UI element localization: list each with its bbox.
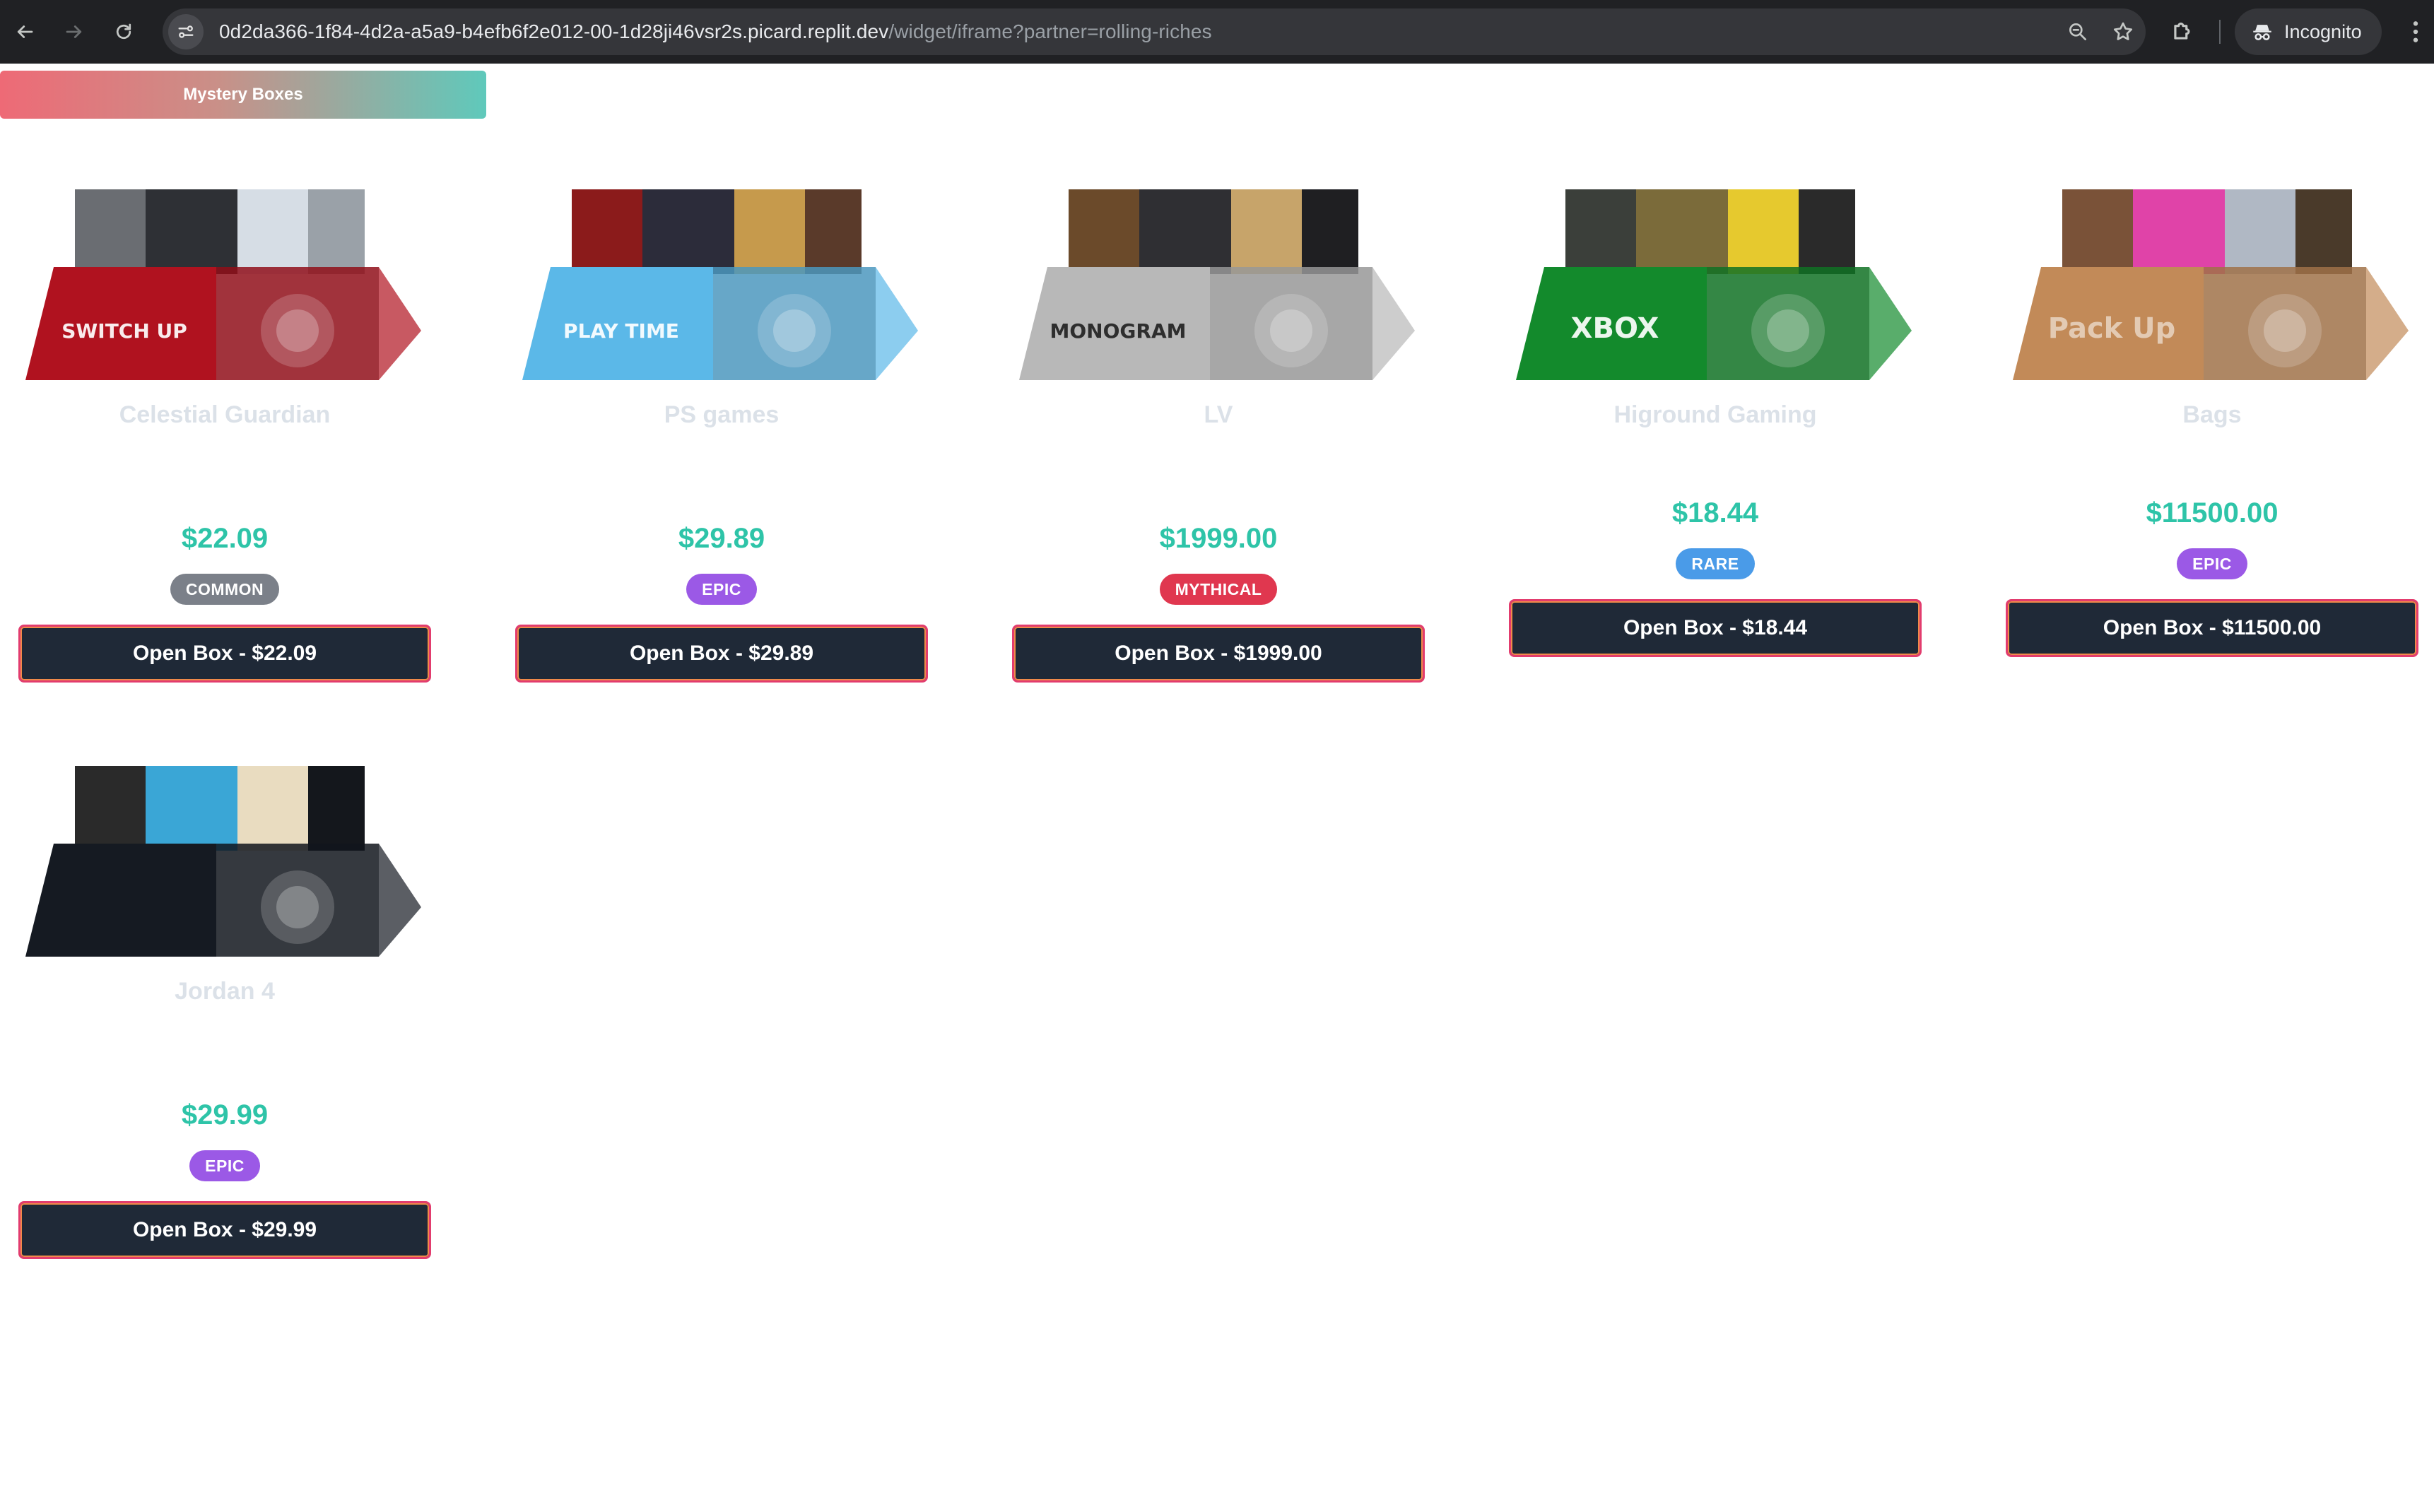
open-box-button[interactable]: Open Box - $29.99 xyxy=(18,1201,431,1259)
box-flap xyxy=(1869,267,1912,380)
rarity-badge-wrap: MYTHICAL xyxy=(994,574,1443,605)
box-left-panel xyxy=(25,844,216,957)
mystery-box-card[interactable]: XBOX Higround Gaming $18.44 RARE Open Box - … xyxy=(1491,189,1929,755)
open-box-button[interactable]: Open Box - $29.89 xyxy=(515,625,928,683)
rarity-badge: EPIC xyxy=(189,1150,260,1181)
box-price: $22.09 xyxy=(181,523,269,554)
url-text[interactable]: 0d2da366-1f84-4d2a-a5a9-b4efb6f2e012-00-… xyxy=(219,20,1212,43)
rarity-badge: EPIC xyxy=(686,574,757,605)
box-panel-text: XBOX xyxy=(1571,312,1659,345)
box-name: PS games xyxy=(664,401,780,428)
url-path: /widget/iframe?partner=rolling-riches xyxy=(888,20,1212,42)
open-box-button[interactable]: Open Box - $11500.00 xyxy=(2006,599,2418,657)
box-name: Higround Gaming xyxy=(1613,401,1817,428)
box-contents xyxy=(572,189,862,274)
box-flap xyxy=(876,267,918,380)
rarity-badge-wrap: EPIC xyxy=(1987,548,2434,579)
box-panel-text: SWITCH UP xyxy=(61,319,187,343)
mystery-box-card[interactable]: MONOGRAM LV $1999.00 MYTHICAL Open Box - $19… xyxy=(994,189,1432,755)
rarity-badge: COMMON xyxy=(170,574,280,605)
incognito-icon xyxy=(2253,25,2271,41)
rarity-badge-wrap: EPIC xyxy=(0,1150,449,1181)
box-price: $1999.00 xyxy=(1159,523,1278,554)
box-price: $11500.00 xyxy=(2146,497,2279,528)
box-name: Celestial Guardian xyxy=(119,401,331,428)
box-image[interactable]: SWITCH UP xyxy=(25,189,421,380)
rarity-badge-wrap: RARE xyxy=(1491,548,1940,579)
rarity-badge-wrap: EPIC xyxy=(497,574,946,605)
mystery-box-card[interactable]: Pack Up Bags $11500.00 EPIC Open Box - $1150… xyxy=(1987,189,2426,755)
box-emblem xyxy=(2248,294,2322,367)
box-name: Jordan 4 xyxy=(175,978,275,1005)
box-price: $29.89 xyxy=(678,523,765,554)
forward-icon[interactable] xyxy=(57,11,92,53)
box-image[interactable]: MONOGRAM xyxy=(1019,189,1415,380)
zoom-icon[interactable] xyxy=(2065,19,2091,45)
box-flap xyxy=(1372,267,1415,380)
box-panel-text: Pack Up xyxy=(2048,312,2176,345)
box-emblem xyxy=(261,294,334,367)
browser-toolbar: 0d2da366-1f84-4d2a-a5a9-b4efb6f2e012-00-… xyxy=(0,0,2434,64)
box-flap xyxy=(379,844,421,957)
rarity-badge: EPIC xyxy=(2177,548,2247,579)
box-emblem xyxy=(1751,294,1825,367)
box-panel-text: PLAY TIME xyxy=(563,319,679,343)
mystery-box-card[interactable]: PLAY TIME PS games $29.89 EPIC Open Box - $2… xyxy=(497,189,935,755)
box-contents xyxy=(1069,189,1358,274)
open-box-button[interactable]: Open Box - $18.44 xyxy=(1509,599,1922,657)
reload-icon[interactable] xyxy=(106,11,141,53)
box-image[interactable] xyxy=(25,766,421,957)
incognito-indicator[interactable]: Incognito xyxy=(2235,8,2382,55)
extensions-icon[interactable] xyxy=(2170,17,2198,45)
box-flap xyxy=(379,267,421,380)
url-host: 0d2da366-1f84-4d2a-a5a9-b4efb6f2e012-00-… xyxy=(219,20,889,42)
box-contents xyxy=(2062,189,2352,274)
box-name: Bags xyxy=(2182,401,2242,428)
box-emblem xyxy=(261,870,334,944)
box-name: LV xyxy=(1204,401,1233,428)
mystery-boxes-tab[interactable]: Mystery Boxes xyxy=(0,71,486,119)
box-contents xyxy=(1565,189,1855,274)
more-menu-icon[interactable] xyxy=(2401,17,2430,47)
box-flap xyxy=(2366,267,2409,380)
bookmark-star-icon[interactable] xyxy=(2110,19,2136,45)
box-contents xyxy=(75,766,365,851)
box-image[interactable]: PLAY TIME xyxy=(522,189,918,380)
open-box-button[interactable]: Open Box - $1999.00 xyxy=(1012,625,1425,683)
toolbar-divider xyxy=(2219,20,2221,44)
box-price: $29.99 xyxy=(181,1099,269,1130)
box-image[interactable]: XBOX xyxy=(1516,189,1912,380)
rarity-badge: RARE xyxy=(1676,548,1755,579)
box-panel-text: MONOGRAM xyxy=(1050,319,1187,343)
mystery-box-card[interactable]: SWITCH UP Celestial Guardian $22.09 COMMON O… xyxy=(0,189,438,755)
box-emblem xyxy=(758,294,831,367)
address-bar[interactable]: 0d2da366-1f84-4d2a-a5a9-b4efb6f2e012-00-… xyxy=(163,8,2146,55)
widget-page: Mystery Boxes SWITCH UP Celestial Guardia… xyxy=(0,64,2434,1512)
site-info-icon[interactable] xyxy=(168,14,204,49)
back-icon[interactable] xyxy=(7,11,42,53)
mystery-box-card[interactable]: Jordan 4 $29.99 EPIC Open Box - $29.99 xyxy=(0,766,438,1331)
box-contents xyxy=(75,189,365,274)
box-emblem xyxy=(1254,294,1328,367)
rarity-badge: MYTHICAL xyxy=(1159,574,1278,605)
incognito-label: Incognito xyxy=(2284,20,2362,42)
box-price: $18.44 xyxy=(1671,497,1759,528)
open-box-button[interactable]: Open Box - $22.09 xyxy=(18,625,431,683)
rarity-badge-wrap: COMMON xyxy=(0,574,449,605)
box-image[interactable]: Pack Up xyxy=(2013,189,2409,380)
